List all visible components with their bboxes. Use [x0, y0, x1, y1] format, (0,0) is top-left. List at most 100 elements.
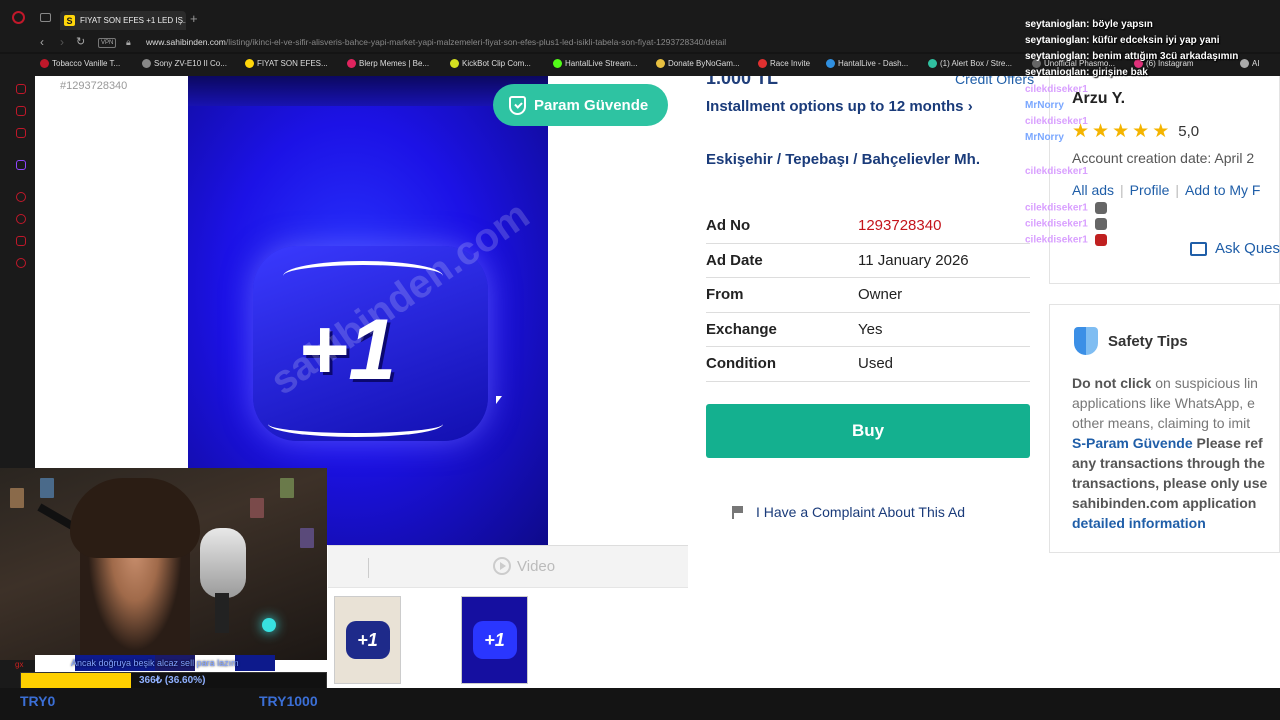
sidebar-twitch-icon[interactable]: [16, 160, 26, 170]
chat-message: cilekdiseker1: [1025, 202, 1107, 214]
bookmark-favicon-icon: [142, 59, 151, 68]
bookmark-item[interactable]: HantalLive Stream...: [553, 59, 637, 68]
back-icon[interactable]: ‹: [40, 34, 44, 50]
detail-value: 1293728340: [858, 217, 942, 234]
safety-tips-card: Safety Tips Do not click on suspicious l…: [1049, 304, 1280, 553]
credit-offers-link[interactable]: Credit Offers: [955, 76, 1034, 87]
chat-username[interactable]: cilekdiseker1: [1025, 235, 1088, 246]
bookmark-favicon-icon: [826, 59, 835, 68]
bookmark-item[interactable]: Donate ByNoGam...: [656, 59, 740, 68]
complaint-link[interactable]: I Have a Complaint About This Ad: [732, 504, 965, 520]
light-glow: [262, 618, 276, 632]
stream-chat-overlay: seytanioglan: böyle yapsın seytanioglan: …: [1025, 16, 1275, 266]
reload-icon[interactable]: ↻: [76, 34, 85, 50]
sidebar-settings-icon[interactable]: [16, 258, 26, 268]
bookmark-favicon-icon: [450, 59, 459, 68]
gx-label: gx: [15, 660, 24, 669]
detail-value: Yes: [858, 320, 883, 338]
wall-poster: [40, 478, 54, 498]
bookmark-favicon-icon: [245, 59, 254, 68]
chat-emote-icon: [1094, 234, 1107, 246]
bookmark-item[interactable]: FIYAT SON EFES...: [245, 59, 328, 68]
bookmark-item[interactable]: Blerp Memes | Be...: [347, 59, 429, 68]
safety-bold: Do not click: [1072, 375, 1152, 391]
chat-username[interactable]: MrNorry: [1025, 132, 1064, 143]
chat-username[interactable]: cilekdiseker1: [1025, 203, 1088, 214]
wall-poster: [250, 498, 264, 518]
safety-line: applications like WhatsApp, e: [1072, 395, 1255, 411]
screen: S FIYAT SON EFES +1 LED IŞ... + ‹ › ↻ VP…: [0, 0, 1280, 720]
bookmark-label: Race Invite: [770, 59, 811, 68]
price: 1.000 TL: [706, 76, 779, 88]
sahibinden-favicon-icon: S: [64, 15, 75, 26]
buy-button[interactable]: Buy: [706, 404, 1030, 458]
bookmark-item[interactable]: HantalLive - Dash...: [826, 59, 908, 68]
detail-key: Ad Date: [706, 251, 763, 269]
location-breadcrumb[interactable]: Eskişehir / Tepebaşı / Bahçelievler Mh.: [706, 150, 1006, 170]
chat-username[interactable]: MrNorry: [1025, 100, 1064, 111]
lock-icon[interactable]: 🔒︎: [126, 34, 131, 50]
chat-username[interactable]: seytanioglan:: [1025, 35, 1089, 46]
forward-icon[interactable]: ›: [60, 34, 64, 50]
sidebar-shop-icon[interactable]: [16, 106, 26, 116]
bookmark-item[interactable]: Sony ZV-E10 II Co...: [142, 59, 227, 68]
chat-username[interactable]: seytanioglan:: [1025, 19, 1089, 30]
bookmark-item[interactable]: (1) Alert Box / Stre...: [928, 59, 1012, 68]
detail-value: Used: [858, 355, 894, 373]
bookmark-label: (1) Alert Box / Stre...: [940, 59, 1013, 68]
new-tab-button[interactable]: +: [190, 12, 198, 25]
sidebar-home-icon[interactable]: [16, 84, 26, 94]
chat-text: benim attığım 3cü arkadaşımın: [1092, 51, 1239, 62]
sparam-link[interactable]: S-Param Güvende: [1072, 435, 1193, 451]
tab-title: FIYAT SON EFES +1 LED IŞ...: [80, 16, 186, 25]
param-guvende-label: Param Güvende: [534, 96, 649, 114]
chat-message: seytanioglan: küfür edceksin iyi yap yan…: [1025, 35, 1220, 46]
chat-username[interactable]: seytanioglan:: [1025, 67, 1089, 78]
bookmark-item[interactable]: Race Invite: [758, 59, 810, 68]
chat-username[interactable]: seytanioglan:: [1025, 51, 1089, 62]
chat-username[interactable]: cilekdiseker1: [1025, 116, 1088, 127]
sidebar-extensions-icon[interactable]: [16, 236, 26, 246]
safety-line: Please ref: [1192, 435, 1263, 451]
media-tab-divider: [368, 558, 369, 578]
url-field[interactable]: www.sahibinden.com/listing/ikinci-el-ve-…: [146, 37, 726, 47]
bookmark-item[interactable]: KickBot Clip Com...: [450, 59, 531, 68]
sidebar-messenger-icon[interactable]: [16, 128, 26, 138]
chat-message: MrNorry: [1025, 100, 1064, 111]
media-tabs: Video: [328, 545, 688, 587]
sidebar-history-icon[interactable]: [16, 214, 26, 224]
goal-start-label: TRY0: [20, 693, 56, 709]
detailed-information-link[interactable]: detailed information: [1072, 515, 1206, 531]
stream-ticker: Ancak doğruya beşik alcaz sell para lazı…: [35, 655, 275, 671]
chat-username[interactable]: cilekdiseker1: [1025, 166, 1088, 177]
bookmark-label: HantalLive Stream...: [565, 59, 638, 68]
param-guvende-badge[interactable]: Param Güvende: [493, 84, 668, 126]
video-tab[interactable]: Video: [493, 557, 555, 575]
safety-tips-header: Safety Tips: [1074, 327, 1188, 355]
thumbnail-2[interactable]: +1: [461, 596, 528, 684]
flag-icon: [732, 505, 744, 519]
vpn-badge[interactable]: VPN: [98, 38, 117, 48]
bookmark-item[interactable]: Tobacco Vanille T...: [40, 59, 120, 68]
ad-number-small: #1293728340: [60, 80, 128, 92]
bookmark-favicon-icon: [656, 59, 665, 68]
donation-goal-bar: 366₺ (36.60%): [20, 672, 327, 689]
chat-message: MrNorry: [1025, 132, 1064, 143]
bookmark-label: Blerp Memes | Be...: [359, 59, 430, 68]
detail-key: Exchange: [706, 320, 777, 338]
chat-username[interactable]: cilekdiseker1: [1025, 219, 1088, 230]
thumbnail-strip: +1 +1: [328, 587, 688, 688]
bookmark-label: KickBot Clip Com...: [462, 59, 531, 68]
opera-logo-icon[interactable]: [12, 11, 25, 24]
safety-tips-text: Do not click on suspicious lin applicati…: [1072, 373, 1280, 533]
chat-username[interactable]: cilekdiseker1: [1025, 84, 1088, 95]
thumbnail-1[interactable]: +1: [334, 596, 401, 684]
chat-message: seytanioglan: girişine bak: [1025, 67, 1148, 78]
safety-line: other means, claiming to imit: [1072, 415, 1251, 431]
tab-manager-icon[interactable]: [40, 13, 51, 22]
bookmark-label: Donate ByNoGam...: [668, 59, 740, 68]
installment-link[interactable]: Installment options up to 12 months ›: [706, 98, 973, 115]
sidebar-circle-icon[interactable]: [16, 192, 26, 202]
detail-row: Exchange Yes: [706, 313, 1030, 348]
browser-tab-active[interactable]: S FIYAT SON EFES +1 LED IŞ...: [60, 11, 186, 30]
